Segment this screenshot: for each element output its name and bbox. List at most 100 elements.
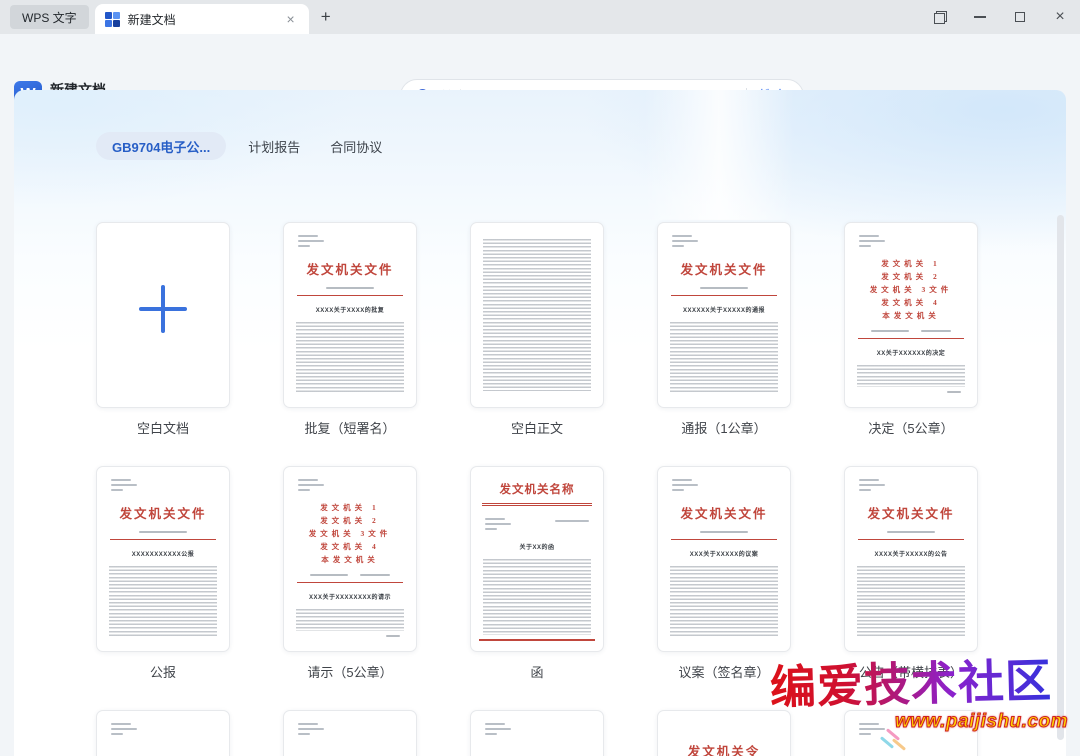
template-pifu-short-signature[interactable]: 发文机关文件 XXXX关于XXXX的批复 <box>283 222 417 408</box>
doc-meta-lines <box>859 723 977 738</box>
doc-body-lines <box>857 365 965 387</box>
tab-new-document[interactable]: 新建文档 × <box>94 4 309 34</box>
template-label: 通报（1公章） <box>681 421 767 436</box>
template-yian-signature-seal[interactable]: 发文机关文件 XXX关于XXXXX的议案 <box>657 466 791 652</box>
template-cell: 发文机关文件 XXXXXXXXXXX公报 公报 <box>96 466 230 682</box>
template-gongbao[interactable]: 发文机关文件 XXXXXXXXXXX公报 <box>96 466 230 652</box>
minimize-icon <box>974 16 986 18</box>
doc-heading: XXXXXXXXXXX公报 <box>131 552 195 558</box>
doc-red-rule <box>110 539 216 540</box>
doc-body-lines <box>483 559 591 635</box>
doc-date-bar <box>555 520 589 522</box>
template-partial-5[interactable]: 发文机关文件 <box>844 710 978 756</box>
doc-red-rule <box>671 295 777 296</box>
template-label: 公报 <box>149 665 176 680</box>
template-cell: 发文机关文件 <box>844 710 978 756</box>
template-cell: 发文机关文件 XXX关于XXXXX的议案 议案（签名章） <box>657 466 791 682</box>
template-cell: 发文机关文件 <box>470 710 604 756</box>
template-blank-body[interactable] <box>470 222 604 408</box>
doc-subtitle-bar <box>700 287 748 289</box>
template-blank-document[interactable] <box>96 222 230 408</box>
doc-meta-lines <box>672 235 790 250</box>
doc-red-rule <box>671 539 777 540</box>
template-grid: 空白文档 发文机关文件 XXXX关于XXXX的批复 批复（短署名） 空白正文 发… <box>96 222 978 756</box>
template-partial-3[interactable]: 发文机关文件 <box>470 710 604 756</box>
doc-red-rule <box>858 539 964 540</box>
doc-meta-lines <box>111 723 229 738</box>
template-label: 批复（短署名） <box>304 421 396 436</box>
template-cell: 发文机关令 <box>657 710 791 756</box>
tab-title: 新建文档 <box>127 12 176 27</box>
doc-meta-lines <box>298 479 416 494</box>
doc-meta-lines <box>485 723 603 738</box>
doc-heading: XXX关于XXXXX的议案 <box>689 552 759 558</box>
doc-heading: XXXX关于XXXX的批复 <box>315 308 385 314</box>
template-cell: 发文机关文件 XXXX关于XXXX的批复 批复（短署名） <box>283 222 417 438</box>
template-cell: 发文机关文件 XXXXXX关于XXXXX的通报 通报（1公章） <box>657 222 791 438</box>
doc-meta-lines <box>111 479 229 494</box>
template-label: 决定（5公章） <box>868 421 954 436</box>
minimize-button[interactable] <box>960 0 1000 34</box>
doc-body-lines <box>670 566 778 638</box>
doc-subtitle-bar <box>700 531 748 533</box>
doc-meta-lines <box>485 518 511 533</box>
template-cell: 发文机关文件 <box>283 710 417 756</box>
category-contract[interactable]: 合同协议 <box>322 137 390 156</box>
doc-title: 发文机关文件 <box>867 507 955 521</box>
new-tab-button[interactable]: + <box>311 2 341 32</box>
category-gb9704[interactable]: GB9704电子公... <box>96 132 227 160</box>
doc-meta-row <box>471 506 603 533</box>
tab-close-icon[interactable]: × <box>282 11 298 27</box>
doc-subtitle-bar <box>887 531 935 533</box>
template-label: 空白文档 <box>136 421 189 436</box>
close-icon: × <box>1055 8 1065 25</box>
doc-meta-lines <box>859 479 977 494</box>
doc-heading: XXXX关于XXXXX的公告 <box>874 552 948 558</box>
doc-red-rule <box>297 295 403 296</box>
template-cell: 发文机关文件 <box>96 710 230 756</box>
doc-subtitle-bar <box>139 531 187 533</box>
template-gonggao-horizontal-table[interactable]: 发文机关文件 XXXX关于XXXXX的公告 <box>844 466 978 652</box>
template-label: 请示（5公章） <box>307 665 393 680</box>
color-strokes-decoration <box>879 727 909 756</box>
template-cell: 发文机关 1 发文机关 2 发文机关 3文件 发文机关 4 本发文机关 XX关于… <box>844 222 978 438</box>
template-label: 函 <box>530 665 544 680</box>
template-qingshi-5-seals[interactable]: 发文机关 1 发文机关 2 发文机关 3文件 发文机关 4 本发文机关 XXX关… <box>283 466 417 652</box>
window-controls: × <box>920 0 1080 34</box>
template-row-3: 发文机关文件 发文机关文件 发文机关文件 发文机关令 <box>96 710 978 756</box>
close-button[interactable]: × <box>1040 0 1080 34</box>
plus-icon <box>139 285 187 333</box>
template-label: 空白正文 <box>510 421 563 436</box>
template-jueding-5-seals[interactable]: 发文机关 1 发文机关 2 发文机关 3文件 发文机关 4 本发文机关 XX关于… <box>844 222 978 408</box>
category-plan-report[interactable]: 计划报告 <box>240 137 308 156</box>
template-label: 议案（签名章） <box>678 665 770 680</box>
template-han[interactable]: 发文机关名称 关于XX的函 <box>470 466 604 652</box>
template-row-1: 空白文档 发文机关文件 XXXX关于XXXX的批复 批复（短署名） 空白正文 发… <box>96 222 978 438</box>
doc-heading: XXXXXX关于XXXXX的通报 <box>682 308 766 314</box>
template-cell: 空白文档 <box>96 222 230 438</box>
doc-title: 发文机关文件 <box>119 507 207 521</box>
vertical-scrollbar[interactable] <box>1057 215 1064 740</box>
doc-body-lines <box>296 322 404 394</box>
maximize-icon <box>1015 12 1025 22</box>
doc-org-list: 发文机关 1 发文机关 2 发文机关 3文件 发文机关 4 本发文机关 <box>869 259 953 320</box>
doc-meta-lines <box>672 479 790 494</box>
doc-meta-lines <box>859 235 977 250</box>
template-partial-decree[interactable]: 发文机关令 <box>657 710 791 756</box>
doc-meta-lines <box>298 723 416 738</box>
restore-icon <box>933 10 947 24</box>
doc-title: 发文机关文件 <box>680 507 768 521</box>
template-partial-1[interactable]: 发文机关文件 <box>96 710 230 756</box>
app-menu-button[interactable]: WPS 文字 <box>10 5 89 29</box>
doc-end-bar <box>947 391 961 393</box>
doc-body-lines <box>483 239 591 391</box>
app-header: W 新建文档 新建无限可能 搜索 <box>0 34 1080 115</box>
doc-body-lines <box>857 566 965 638</box>
window-layout-button[interactable] <box>920 0 960 34</box>
template-cell: 空白正文 <box>470 222 604 438</box>
template-partial-2[interactable]: 发文机关文件 <box>283 710 417 756</box>
maximize-button[interactable] <box>1000 0 1040 34</box>
doc-heading: XX关于XXXXXX的决定 <box>876 351 946 357</box>
template-tongbao-1-seal[interactable]: 发文机关文件 XXXXXX关于XXXXX的通报 <box>657 222 791 408</box>
doc-subtitle-bar <box>284 574 416 576</box>
